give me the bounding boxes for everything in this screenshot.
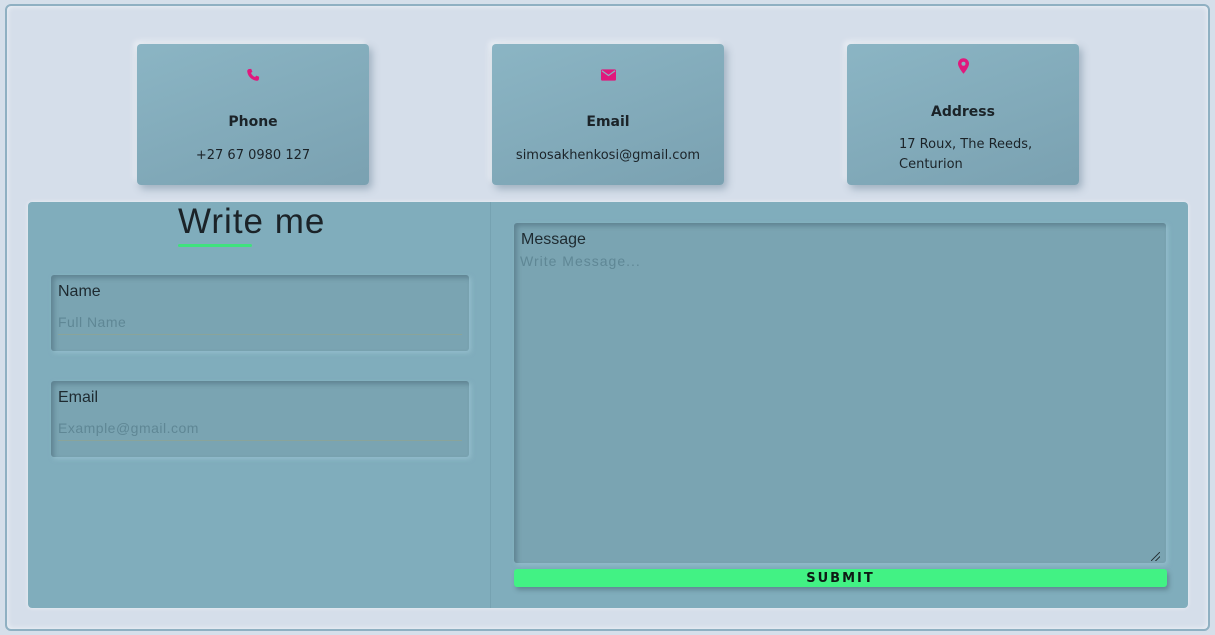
phone-icon: [137, 68, 369, 82]
form-heading: Write me: [178, 202, 326, 241]
phone-title: Phone: [228, 114, 278, 130]
phone-card: Phone +27 67 0980 127: [137, 44, 369, 185]
name-label: Name: [58, 283, 101, 300]
envelope-icon: [492, 69, 724, 81]
resize-handle[interactable]: [1151, 552, 1160, 561]
name-input[interactable]: [58, 309, 462, 335]
heading-underline: [178, 244, 252, 247]
email-title: Email: [586, 114, 630, 130]
email-label: Email: [58, 389, 99, 406]
email-field-group: Email: [51, 381, 469, 457]
message-field-group: Message: [514, 223, 1166, 563]
email-value: simosakhenkosi@gmail.com: [515, 148, 701, 163]
message-textarea[interactable]: [520, 253, 1160, 558]
address-line-2: Centurion: [899, 157, 963, 172]
address-card: Address 17 Roux, The Reeds, Centurion: [847, 44, 1079, 185]
submit-button[interactable]: SUBMIT: [514, 569, 1167, 587]
message-label: Message: [521, 231, 586, 248]
map-pin-icon: [847, 58, 1079, 74]
address-title: Address: [931, 104, 995, 120]
email-input[interactable]: [58, 415, 462, 441]
phone-value: +27 67 0980 127: [195, 148, 311, 163]
email-card: Email simosakhenkosi@gmail.com: [492, 44, 724, 185]
panel-divider: [490, 202, 491, 608]
address-line-1: 17 Roux, The Reeds,: [899, 137, 1033, 152]
name-field-group: Name: [51, 275, 469, 351]
